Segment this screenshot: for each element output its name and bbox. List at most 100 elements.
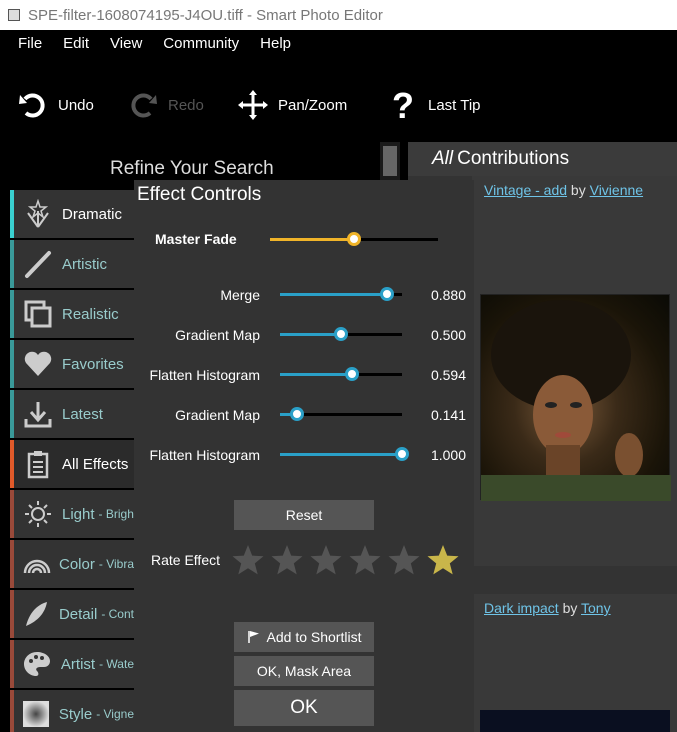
contribution-thumbnail[interactable] [480,294,671,501]
menu-view[interactable]: View [110,35,142,52]
sidebar-item-label: Color [59,555,95,573]
last-tip-button[interactable]: ? Last Tip [386,80,481,130]
sidebar-item-label: Light [62,505,95,523]
contribution-card[interactable]: Vintage - add by Vivienne [472,176,677,566]
redo-icon [126,88,160,122]
contribution-thumbnail[interactable] [480,710,670,732]
effect-link[interactable]: Dark impact [484,600,559,616]
item-accent [10,390,14,438]
sidebar-item-sub: - Brigh [98,507,134,521]
param-value: 0.500 [430,327,466,343]
sidebar-item-sub: - Vigne [96,707,134,721]
title-bar: SPE-filter-1608074195-J4OU.tiff - Smart … [0,0,677,30]
author-link[interactable]: Tony [581,600,611,616]
param-slider[interactable] [280,284,402,304]
sidebar-item-detail[interactable]: Detail - Cont [10,590,134,638]
palette-icon [18,644,57,684]
undo-label: Undo [58,96,94,114]
param-value: 0.141 [430,407,466,423]
rating-stars [230,542,464,578]
slider-knob[interactable] [380,287,395,301]
sidebar-item-artistic[interactable]: Artistic [10,240,134,288]
undo-icon [16,88,50,122]
star-icon[interactable] [308,542,344,578]
effect-link[interactable]: Vintage - add [484,182,567,198]
param-label: Merge [220,287,260,303]
sidebar-item-sub: - Cont [101,607,134,621]
ok-mask-area-button[interactable]: OK, Mask Area [234,656,374,686]
slider-fill [280,373,353,376]
slider-knob[interactable] [347,232,361,246]
star-icon[interactable] [425,542,461,578]
clipboard-icon [18,444,58,484]
sun-icon [18,494,58,534]
star-icon[interactable] [347,542,383,578]
item-accent [10,240,14,288]
menu-edit[interactable]: Edit [63,35,89,52]
portrait-image [481,300,671,501]
star-icon[interactable] [269,542,305,578]
sidebar-item-latest[interactable]: Latest [10,390,134,438]
effect-controls-panel: Effect Controls Master Fade Merge 0.880 … [134,180,474,732]
menu-help[interactable]: Help [260,35,291,52]
sidebar-item-label: Style [58,705,93,723]
param-label: Gradient Map [175,407,260,423]
sidebar-item-light[interactable]: Light - Brigh [10,490,134,538]
ok-button[interactable]: OK [234,690,374,726]
star-icon[interactable] [386,542,422,578]
frames-icon [18,294,58,334]
sidebar-item-artist[interactable]: Artist - Wate [10,640,134,688]
scrollbar-thumb[interactable] [383,146,397,176]
add-to-shortlist-button[interactable]: Add to Shortlist [234,622,374,652]
slider-knob[interactable] [334,327,348,341]
sidebar-item-realistic[interactable]: Realistic [10,290,134,338]
panzoom-button[interactable]: Pan/Zoom [236,80,347,130]
param-value: 0.880 [430,287,466,303]
contribution-card[interactable]: Dark impact by Tony [472,594,677,732]
last-tip-label: Last Tip [428,96,481,114]
sidebar-item-sub: - Wate [99,657,134,671]
master-fade-slider[interactable] [270,229,438,249]
sidebar-item-favorites[interactable]: Favorites [10,340,134,388]
param-slider[interactable] [280,324,402,344]
sidebar-item-label: Favorites [62,355,124,373]
app-window: SPE-filter-1608074195-J4OU.tiff - Smart … [0,0,677,732]
slider-fill [280,333,341,336]
author-link[interactable]: Vivienne [590,182,643,198]
sidebar-item-all-effects[interactable]: All Effects [10,440,134,488]
slider-fill [270,238,354,241]
sidebar-item-color[interactable]: Color - Vibra [10,540,134,588]
param-slider[interactable] [280,364,402,384]
menu-community[interactable]: Community [163,35,239,52]
effect-controls-title: Effect Controls [137,184,262,205]
all-word: All [432,148,454,169]
contributions-title: Contributions [457,148,570,169]
slider-knob[interactable] [345,367,360,381]
param-label: Gradient Map [175,327,260,343]
master-fade-label: Master Fade [155,231,237,247]
param-value: 1.000 [430,447,466,463]
sidebar-item-style[interactable]: Style - Vigne [10,690,134,732]
sidebar-item-label: All Effects [62,455,129,473]
by-text: by [562,600,578,616]
item-accent [10,290,14,338]
contribution-caption: Dark impact by Tony [472,594,677,616]
undo-button[interactable]: Undo [16,80,94,130]
star-icon[interactable] [230,542,266,578]
item-accent [10,340,14,388]
slider-knob[interactable] [395,447,409,461]
redo-button[interactable]: Redo [126,80,204,130]
app-icon [8,9,20,21]
slider-knob[interactable] [290,407,305,421]
sidebar-item-label: Latest [62,405,103,423]
param-slider[interactable] [280,404,402,424]
item-accent [10,190,14,238]
refine-search-title: Refine Your Search [110,158,274,179]
param-slider[interactable] [280,444,409,464]
item-accent [10,440,14,488]
menu-file[interactable]: File [18,35,42,52]
item-accent [10,490,14,538]
item-accent [10,690,14,732]
sidebar-item-dramatic[interactable]: Dramatic [10,190,134,238]
reset-button[interactable]: Reset [234,500,374,530]
